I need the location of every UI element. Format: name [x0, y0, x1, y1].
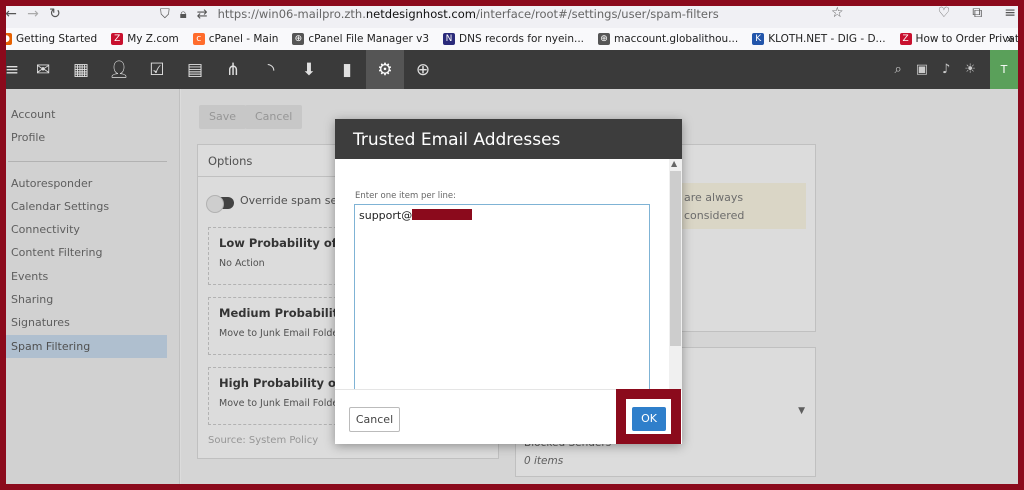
notes-icon[interactable]: ▤	[176, 50, 214, 89]
trusted-addresses-textarea[interactable]: support@	[354, 204, 650, 414]
search-icon[interactable]: ⌕	[894, 62, 901, 77]
bookmark-favicon-icon: K	[752, 33, 765, 45]
bookmark-favicon-icon: Z	[111, 33, 124, 45]
notifications-bell-icon[interactable]: ♪	[942, 62, 950, 77]
app-toolbar: ≡ ✉ ▦ 👤︎ ☑ ▤ ⋔ ◝ ⬇ ▮ ⚙ ⊕ ⌕ ▣ ♪ ☀ T	[0, 50, 1024, 89]
bookmark-item[interactable]: ● Getting Started	[0, 33, 97, 45]
mail-icon[interactable]: ✉	[24, 50, 62, 89]
back-icon[interactable]: ←	[0, 6, 22, 22]
rss-icon[interactable]: ◝	[252, 50, 290, 89]
bookmark-item[interactable]: N DNS records for nyein...	[443, 33, 584, 45]
theme-sun-icon[interactable]: ☀	[964, 62, 976, 77]
bookmarks-bar: ● Getting Started Z My Z.com c cPanel - Main ⊕…	[0, 28, 1024, 50]
dialog-scrollbar[interactable]: ▲	[669, 159, 682, 389]
permissions-icon: ⇄	[196, 6, 208, 22]
bookmark-label: My Z.com	[127, 33, 179, 45]
bookmark-favicon-icon: Z	[899, 33, 912, 45]
hamburger-icon[interactable]: ≡	[0, 50, 24, 89]
pocket-icon[interactable]: ♡	[938, 5, 951, 21]
reports-icon[interactable]: ▮	[328, 50, 366, 89]
bookmark-item[interactable]: Z My Z.com	[111, 33, 179, 45]
bookmark-item[interactable]: K KLOTH.NET - DIG - D...	[752, 33, 886, 45]
ok-highlight-frame	[616, 389, 681, 444]
bookmark-label: DNS records for nyein...	[459, 33, 584, 45]
scroll-up-icon[interactable]: ▲	[671, 159, 677, 168]
bookmark-item[interactable]: ⊕ maccount.globalithou...	[598, 33, 738, 45]
bookmark-label: cPanel - Main	[208, 33, 279, 45]
scroll-thumb[interactable]	[670, 171, 681, 346]
bookmark-favicon-icon: ⊕	[598, 33, 610, 45]
tasks-icon[interactable]: ☑	[138, 50, 176, 89]
bookmark-label: Getting Started	[16, 33, 98, 45]
bookmark-favicon-icon: N	[443, 33, 456, 45]
bookmark-favicon-icon: ⊕	[292, 33, 305, 45]
bookmark-label: KLOTH.NET - DIG - D...	[768, 33, 886, 45]
bookmark-label: cPanel File Manager v3	[308, 33, 430, 45]
lock-icon: 🔒︎	[179, 6, 187, 22]
textarea-label: Enter one item per line:	[355, 191, 456, 201]
bookmark-star-icon[interactable]: ☆	[831, 5, 844, 21]
calendar-icon[interactable]: ▦	[62, 50, 100, 89]
settings-gear-icon[interactable]: ⚙	[366, 50, 404, 89]
chat-icon[interactable]: ▣	[916, 62, 928, 77]
dialog-cancel-button[interactable]: Cancel	[349, 407, 400, 432]
bookmark-item[interactable]: ⊕ cPanel File Manager v3	[292, 33, 429, 45]
shield-icon: ⛉	[160, 6, 170, 22]
extensions-icon[interactable]: ⧉	[972, 5, 982, 21]
reload-icon[interactable]: ↻	[44, 6, 66, 22]
bookmark-favicon-icon: ●	[0, 33, 12, 45]
bookmark-label: maccount.globalithou...	[614, 33, 739, 45]
entry-text: support@	[359, 209, 413, 222]
address-field[interactable]: ⛉ 🔒︎ ⇄ https://win06-mailpro.zth.netdesi…	[160, 0, 860, 28]
menu-icon[interactable]: ≡	[1004, 5, 1016, 21]
bookmark-favicon-icon: c	[192, 33, 205, 45]
dialog-title: Trusted Email Addresses	[335, 119, 682, 159]
url-text: https://win06-mailpro.zth.netdesignhost.…	[217, 7, 719, 21]
browser-tools: ♡ ⧉ ≡	[938, 5, 1016, 21]
forward-icon[interactable]: →	[22, 6, 44, 22]
archive-icon[interactable]: ⬇	[290, 50, 328, 89]
avatar[interactable]: T	[990, 50, 1018, 89]
bookmarks-overflow-icon[interactable]: »	[1006, 32, 1014, 47]
contacts-icon[interactable]: 👤︎	[100, 50, 138, 89]
sitemap-icon[interactable]: ⋔	[214, 50, 252, 89]
redacted-block	[412, 209, 473, 220]
dialog-body: Enter one item per line: support@ ▲	[335, 159, 682, 414]
bookmark-item[interactable]: c cPanel - Main	[192, 33, 279, 45]
add-icon[interactable]: ⊕	[404, 50, 442, 89]
